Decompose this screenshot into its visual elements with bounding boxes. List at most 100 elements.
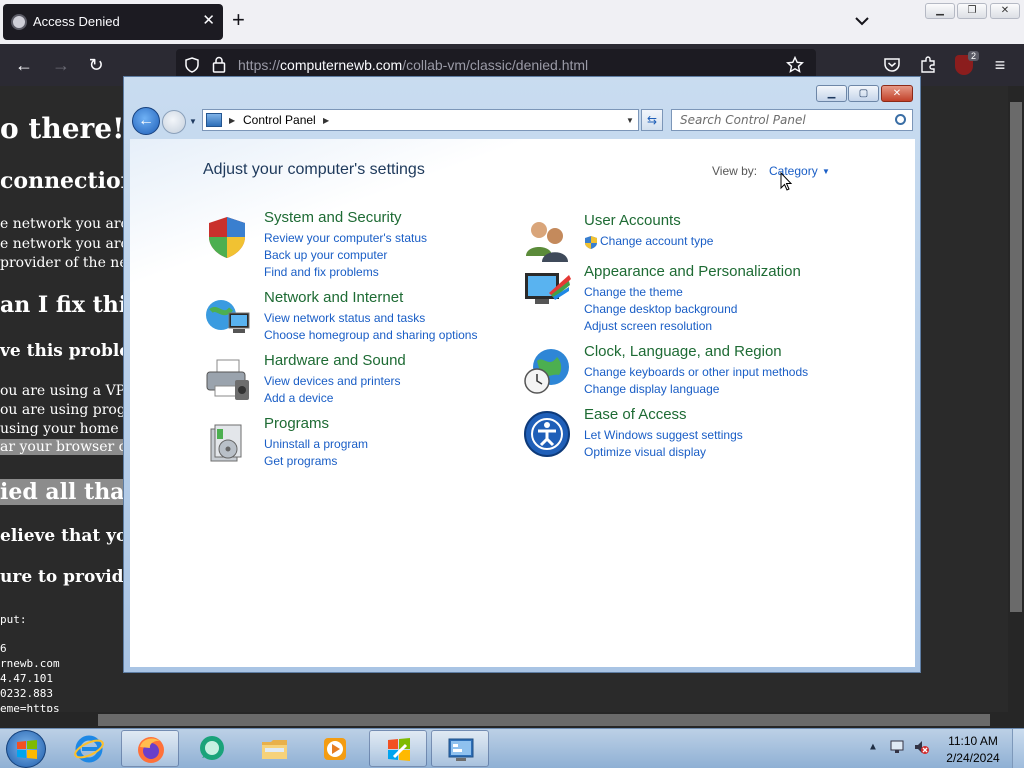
file-explorer-icon (262, 740, 287, 759)
url-host: computernewb.com (280, 57, 403, 73)
pocket-icon[interactable] (883, 56, 901, 74)
new-tab-button[interactable]: + (232, 9, 245, 31)
category-title[interactable]: User Accounts (584, 212, 681, 229)
cp-minimize-button[interactable]: ▁ (816, 85, 847, 102)
page-horizontal-scrollbar[interactable] (0, 712, 1024, 728)
taskbar-firefox[interactable] (121, 730, 179, 767)
hamburger-menu-icon[interactable]: ≡ (989, 54, 1011, 76)
browser-restore-button[interactable]: ❐ (957, 3, 987, 19)
browser-tab-access-denied[interactable]: Access Denied ✕ (3, 4, 223, 40)
category-link[interactable]: View network status and tasks (264, 311, 425, 325)
taskbar-media-player[interactable] (306, 730, 364, 767)
start-button[interactable] (6, 730, 46, 768)
cp-back-button[interactable]: ← (132, 107, 160, 135)
page-list-item: ou are using a VPN (0, 383, 138, 399)
category-title[interactable]: Ease of Access (584, 406, 687, 423)
category-link[interactable]: Review your computer's status (264, 231, 427, 245)
media-player-icon (324, 738, 346, 760)
system-clock[interactable]: 11:10 AM 2/24/2024 (940, 733, 1006, 767)
page-list-item: ou are using progra (0, 402, 141, 418)
cp-content-area: Adjust your computer's settings View by:… (130, 139, 915, 667)
users-icon (526, 222, 568, 262)
search-icon[interactable] (895, 114, 906, 125)
category-title[interactable]: System and Security (264, 209, 402, 226)
show-hidden-icons-icon[interactable]: ▲ (868, 742, 878, 753)
cp-refresh-button[interactable]: ⇆ (641, 109, 663, 131)
category-link[interactable]: View devices and printers (264, 374, 401, 388)
category-title[interactable]: Hardware and Sound (264, 352, 406, 369)
url-text[interactable]: https://computernewb.com/collab-vm/class… (238, 57, 588, 73)
cp-close-button[interactable]: ✕ (881, 85, 913, 102)
extensions-puzzle-icon[interactable] (919, 56, 937, 74)
page-output-line: 0232.883 (0, 687, 53, 700)
category-title[interactable]: Clock, Language, and Region (584, 343, 782, 360)
firefox-icon (138, 737, 164, 763)
horizontal-scroll-thumb[interactable] (98, 714, 990, 726)
internet-explorer-icon (74, 735, 104, 763)
category-link[interactable]: Adjust screen resolution (584, 319, 712, 333)
padlock-icon[interactable] (212, 56, 226, 73)
cp-maximize-button[interactable]: ▢ (848, 85, 879, 102)
page-vertical-scrollbar[interactable] (1008, 86, 1024, 712)
page-output-label: put: (0, 613, 27, 626)
network-tray-icon[interactable] (889, 739, 905, 755)
ublock-origin-icon[interactable]: 2 (955, 51, 979, 75)
category-link[interactable]: Find and fix problems (264, 265, 379, 279)
category-link[interactable]: Change account type (600, 234, 713, 248)
address-dropdown-icon[interactable]: ▼ (626, 116, 634, 125)
vertical-scroll-thumb[interactable] (1010, 102, 1022, 612)
cp-forward-button[interactable] (162, 110, 186, 134)
cp-address-bar[interactable]: ▶ Control Panel ▶ ▼ (202, 109, 639, 131)
volume-muted-icon[interactable] (913, 739, 930, 755)
category-link[interactable]: Uninstall a program (264, 437, 368, 451)
browser-tab-bar: Access Denied ✕ + ▁ ❐ ✕ (0, 0, 1024, 44)
network-icon (206, 300, 250, 333)
category-link[interactable]: Change display language (584, 382, 719, 396)
page-output-line: rnewb.com (0, 657, 60, 670)
reload-icon[interactable]: ↻ (85, 54, 107, 76)
breadcrumb-arrow-icon[interactable]: ▶ (323, 116, 329, 125)
category-link[interactable]: Change keyboards or other input methods (584, 365, 808, 379)
taskbar: ▲ 11:10 AM 2/24/2024 (0, 728, 1024, 768)
category-link[interactable]: Choose homegroup and sharing options (264, 328, 477, 342)
mouse-cursor-icon (780, 172, 793, 191)
cp-recent-pages-chevron-icon[interactable]: ▼ (189, 117, 197, 126)
page-output-line: 6 (0, 642, 7, 655)
category-title[interactable]: Network and Internet (264, 289, 403, 306)
category-link[interactable]: Change the theme (584, 285, 683, 299)
tab-title: Access Denied (33, 14, 120, 29)
chat-icon (200, 736, 224, 760)
taskbar-windows-update[interactable] (369, 730, 427, 767)
taskbar-chat-app[interactable] (183, 730, 241, 767)
category-link[interactable]: Add a device (264, 391, 333, 405)
page-heading: o there! (0, 112, 125, 145)
page-text-line: provider of the net (0, 255, 134, 271)
taskbar-internet-explorer[interactable] (60, 730, 118, 767)
shield-icon (209, 217, 245, 258)
taskbar-control-panel[interactable] (431, 730, 489, 767)
url-scheme: https:// (238, 57, 281, 73)
breadcrumb-arrow-icon[interactable]: ▶ (229, 116, 235, 125)
list-all-tabs-chevron-icon[interactable] (853, 12, 871, 30)
category-title[interactable]: Programs (264, 415, 329, 432)
category-link[interactable]: Optimize visual display (584, 445, 706, 459)
back-arrow-icon[interactable]: ← (13, 54, 35, 76)
tab-close-icon[interactable]: ✕ (202, 11, 215, 29)
bookmark-star-icon[interactable] (786, 56, 804, 74)
browser-minimize-button[interactable]: ▁ (925, 3, 955, 19)
category-link[interactable]: Get programs (264, 454, 337, 468)
chevron-down-icon[interactable]: ▼ (822, 167, 830, 176)
category-link[interactable]: Change desktop background (584, 302, 737, 316)
cp-search-input[interactable]: Search Control Panel (671, 109, 913, 131)
category-title[interactable]: Appearance and Personalization (584, 263, 801, 280)
monitor-paint-icon (525, 273, 571, 304)
taskbar-file-explorer[interactable] (246, 730, 304, 767)
forward-arrow-icon[interactable]: → (50, 54, 72, 76)
category-link[interactable]: Let Windows suggest settings (584, 428, 743, 442)
show-desktop-button[interactable] (1012, 729, 1024, 768)
breadcrumb-control-panel[interactable]: Control Panel (243, 113, 316, 127)
tracking-protection-shield-icon[interactable] (184, 57, 200, 73)
category-link[interactable]: Back up your computer (264, 248, 387, 262)
page-section-heading: ied all that, (0, 479, 143, 505)
browser-close-button[interactable]: ✕ (990, 3, 1020, 19)
